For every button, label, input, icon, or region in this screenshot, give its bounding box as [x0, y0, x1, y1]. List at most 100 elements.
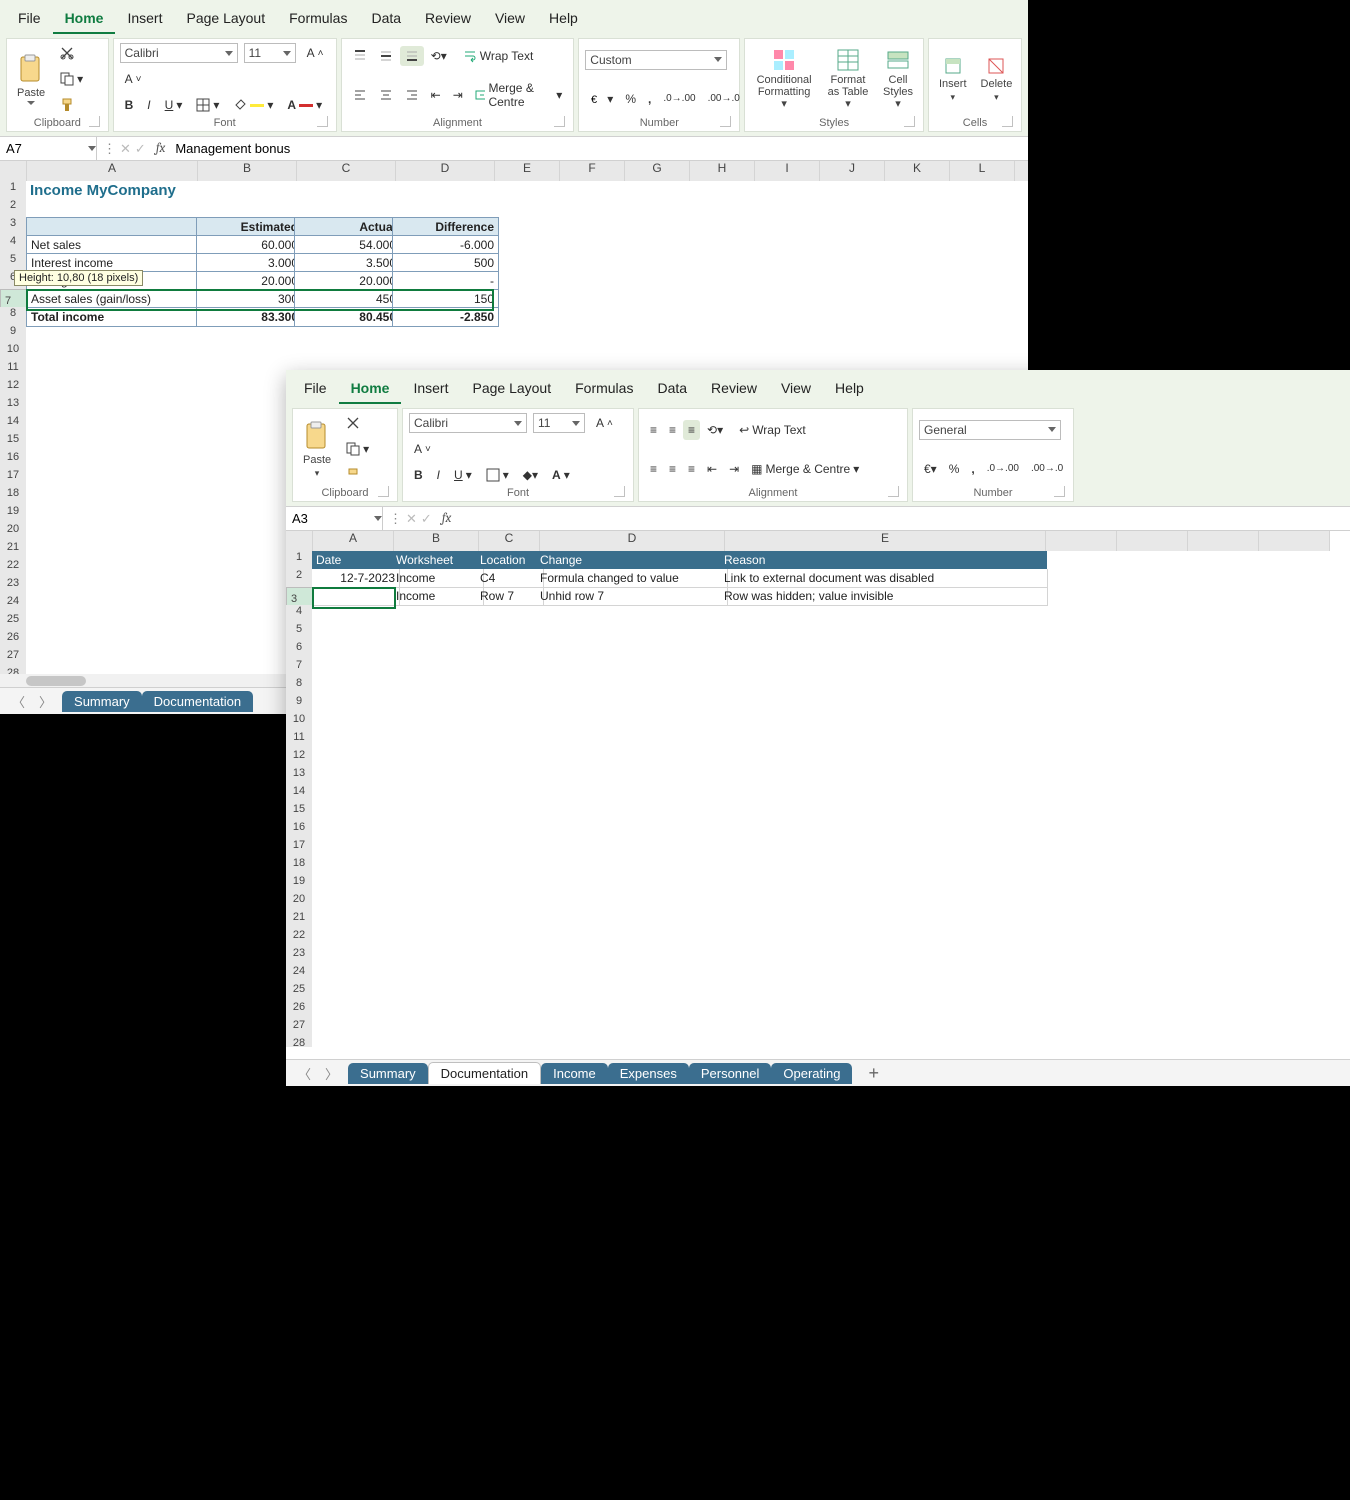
cell[interactable]	[720, 911, 1048, 930]
cell[interactable]	[746, 199, 818, 218]
cell[interactable]	[476, 659, 544, 678]
cell[interactable]	[1250, 749, 1328, 768]
cell[interactable]	[1250, 803, 1328, 822]
row-header[interactable]: 20	[0, 523, 27, 542]
table-cell[interactable]: -2.850	[392, 307, 499, 327]
menu-view[interactable]: View	[769, 374, 823, 404]
cell[interactable]	[1040, 911, 1118, 930]
cell[interactable]	[196, 325, 302, 344]
cell[interactable]	[1320, 1037, 1350, 1047]
column-header[interactable]: J	[820, 161, 885, 182]
cell[interactable]	[618, 235, 690, 254]
sheet-tab[interactable]: Personnel	[689, 1063, 772, 1084]
column-header[interactable]: M	[1015, 161, 1028, 182]
cell[interactable]	[1250, 605, 1328, 624]
cell[interactable]	[874, 199, 946, 218]
row-header[interactable]: 1	[286, 551, 313, 570]
cell[interactable]	[536, 767, 728, 786]
cell[interactable]	[392, 983, 484, 1002]
cell[interactable]	[720, 785, 1048, 804]
cell[interactable]	[618, 289, 690, 308]
cell[interactable]	[938, 325, 1010, 344]
row-header[interactable]: 9	[0, 325, 27, 344]
cell[interactable]	[682, 271, 754, 290]
cell[interactable]	[476, 965, 544, 984]
cell[interactable]	[1002, 199, 1028, 218]
column-header[interactable]: B	[394, 531, 479, 552]
table-cell[interactable]: 150	[392, 289, 499, 309]
column-header[interactable]: H	[690, 161, 755, 182]
row-header[interactable]: 24	[286, 965, 313, 984]
table-cell[interactable]: Total income	[26, 307, 205, 327]
row-header[interactable]: 19	[286, 875, 313, 894]
cell[interactable]	[312, 857, 400, 876]
cell[interactable]	[1180, 587, 1258, 606]
cell[interactable]	[682, 217, 754, 236]
cell[interactable]	[1110, 947, 1188, 966]
cell[interactable]	[1180, 911, 1258, 930]
cell[interactable]	[536, 911, 728, 930]
cell[interactable]	[1180, 677, 1258, 696]
cell[interactable]	[618, 253, 690, 272]
cell[interactable]	[312, 839, 400, 858]
cell[interactable]	[1002, 325, 1028, 344]
column-header[interactable]: A	[313, 531, 394, 552]
cell[interactable]	[1002, 253, 1028, 272]
cell[interactable]	[312, 911, 400, 930]
table-header-cell[interactable]: Difference	[392, 217, 499, 237]
sheet-tab[interactable]: Income	[541, 1063, 608, 1084]
table-cell[interactable]: -6.000	[392, 235, 499, 255]
cell[interactable]	[476, 803, 544, 822]
cell[interactable]	[392, 965, 484, 984]
cell[interactable]	[312, 1037, 400, 1047]
grow-font-button[interactable]: A˄	[591, 413, 618, 433]
cell[interactable]	[476, 767, 544, 786]
table-cell[interactable]: 3.500	[294, 253, 401, 273]
cell[interactable]	[536, 1019, 728, 1038]
cell[interactable]	[1110, 1019, 1188, 1038]
cell[interactable]	[1250, 1037, 1328, 1047]
title-cell[interactable]: Income MyCompany	[26, 181, 497, 199]
menu-help[interactable]: Help	[823, 374, 876, 404]
sheet-tab[interactable]: Documentation	[142, 691, 253, 712]
cell[interactable]	[536, 857, 728, 876]
align-bottom-button[interactable]: ≡	[683, 420, 700, 440]
cell[interactable]	[536, 749, 728, 768]
cell[interactable]	[392, 911, 484, 930]
insert-button[interactable]: Insert▾	[935, 54, 971, 105]
cell[interactable]	[1002, 289, 1028, 308]
cell[interactable]	[392, 695, 484, 714]
increase-indent-button[interactable]: ⇥	[448, 78, 468, 112]
cell[interactable]	[26, 595, 204, 614]
cell[interactable]	[746, 289, 818, 308]
cell[interactable]	[392, 1037, 484, 1047]
cell[interactable]	[1002, 343, 1028, 362]
cell[interactable]	[294, 325, 400, 344]
cell[interactable]	[392, 713, 484, 732]
name-box-input[interactable]	[286, 507, 368, 530]
row-header[interactable]: 2	[286, 569, 313, 588]
cell[interactable]	[536, 731, 728, 750]
cell[interactable]	[1180, 749, 1258, 768]
cell[interactable]	[938, 343, 1010, 362]
row-header[interactable]: 13	[286, 767, 313, 786]
row-header[interactable]: 17	[0, 469, 27, 488]
cell[interactable]	[1110, 821, 1188, 840]
column-header[interactable]: D	[396, 161, 495, 182]
table-cell[interactable]	[312, 587, 400, 606]
delete-button[interactable]: Delete▾	[977, 54, 1017, 105]
cell[interactable]	[392, 785, 484, 804]
cell[interactable]	[874, 271, 946, 290]
row-header[interactable]: 23	[286, 947, 313, 966]
cell[interactable]	[1110, 587, 1188, 606]
cell[interactable]	[1250, 929, 1328, 948]
cell[interactable]	[682, 325, 754, 344]
row-header[interactable]: 8	[0, 307, 27, 326]
cell[interactable]	[1180, 965, 1258, 984]
cell[interactable]	[1110, 1037, 1188, 1047]
shrink-font-button[interactable]: A˅	[409, 439, 436, 459]
cell[interactable]	[1180, 551, 1258, 570]
menubar[interactable]: File Home Insert Page Layout Formulas Da…	[0, 0, 1028, 34]
cell[interactable]	[1250, 965, 1328, 984]
cell[interactable]	[1110, 659, 1188, 678]
